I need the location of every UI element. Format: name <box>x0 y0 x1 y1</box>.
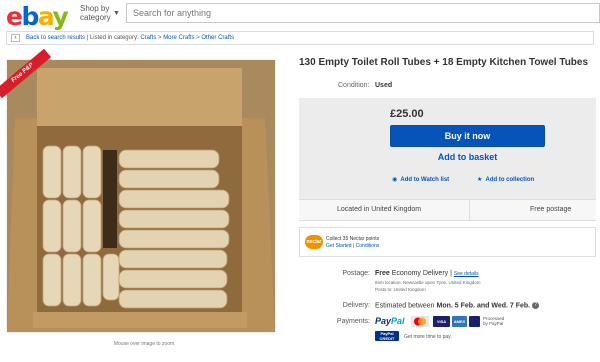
postage-value: Free Economy Delivery | See details <box>375 270 479 277</box>
chevron-left-icon[interactable]: ‹ <box>11 34 20 42</box>
nectar-links: Get Started | Conditions <box>326 243 380 249</box>
mastercard-icon <box>411 316 429 327</box>
more-time-to-pay-link[interactable]: Get more time to pay. <box>404 334 452 340</box>
chevron-down-icon[interactable]: ▼ <box>113 10 120 17</box>
buy-it-now-button[interactable]: Buy it now <box>390 125 545 147</box>
product-photo-illustration <box>7 60 275 332</box>
conditions-link[interactable]: Conditions <box>356 243 380 249</box>
ebay-logo[interactable]: ebay <box>6 2 69 31</box>
see-details-link[interactable]: See details <box>454 271 479 277</box>
search-input[interactable]: Search for anything <box>126 3 600 23</box>
condition-label: Condition: <box>338 82 370 89</box>
breadcrumb-crafts[interactable]: Crafts <box>140 35 156 41</box>
price: £25.00 <box>390 108 424 120</box>
listing-title: 130 Empty Toilet Roll Tubes + 18 Empty K… <box>299 57 589 68</box>
free-postage-label: Free postage <box>530 206 572 213</box>
payments-label: Payments: <box>336 318 370 325</box>
amex-icon: AMEX <box>452 316 467 327</box>
visa-icon: VISA <box>433 316 450 327</box>
breadcrumb-other-crafts[interactable]: Other Crafts <box>201 35 234 41</box>
search-placeholder: Search for anything <box>133 8 212 18</box>
add-to-collection-link[interactable]: ★ Add to collection <box>477 176 534 183</box>
listed-in-label: Listed in category: <box>89 35 139 41</box>
divider <box>469 200 470 220</box>
paypal-logo: PayPal <box>375 316 405 326</box>
help-icon[interactable]: ? <box>532 302 540 309</box>
get-started-link[interactable]: Get Started <box>326 243 352 249</box>
postage-label: Postage: <box>342 270 370 277</box>
add-to-watchlist-link[interactable]: ◉ Add to Watch list <box>392 176 449 183</box>
paypal-credit-logo: PayPal CREDIT <box>375 331 399 341</box>
delivery-value: Estimated between Mon. 5 Feb. and Wed. 7… <box>375 302 540 309</box>
add-to-basket-link[interactable]: Add to basket <box>390 152 545 162</box>
condition-value: Used <box>375 82 393 89</box>
item-location-detail: Item location: Newcastle upon Tyne, Unit… <box>375 280 481 285</box>
processed-by-paypal: Processed by PayPal <box>483 316 505 326</box>
delivery-label: Delivery: <box>342 302 370 309</box>
shop-by-category-button[interactable]: Shop by category <box>80 4 111 22</box>
back-to-results-link[interactable]: Back to search results <box>26 35 85 41</box>
purchase-panel <box>299 98 596 199</box>
star-icon: ★ <box>477 177 483 183</box>
posts-to-detail: Posts to: United Kingdom <box>375 287 426 292</box>
product-image[interactable]: Free P&P <box>0 48 276 333</box>
site-header: ebay Shop by category ▼ Search for anyth… <box>0 0 600 31</box>
breadcrumb: ‹ Back to search results | Listed in cat… <box>6 31 594 45</box>
visa-electron-icon <box>469 316 480 327</box>
eye-icon: ◉ <box>392 177 398 183</box>
item-location: Located in United Kingdom <box>337 206 422 213</box>
nectar-promo <box>299 227 596 257</box>
nectar-points-text: Collect 35 Nectar points <box>326 236 380 242</box>
image-zoom-hint: Mouse over image to zoom <box>113 341 175 347</box>
breadcrumb-more-crafts[interactable]: More Crafts <box>163 35 194 41</box>
nectar-logo: nectar <box>305 235 323 249</box>
